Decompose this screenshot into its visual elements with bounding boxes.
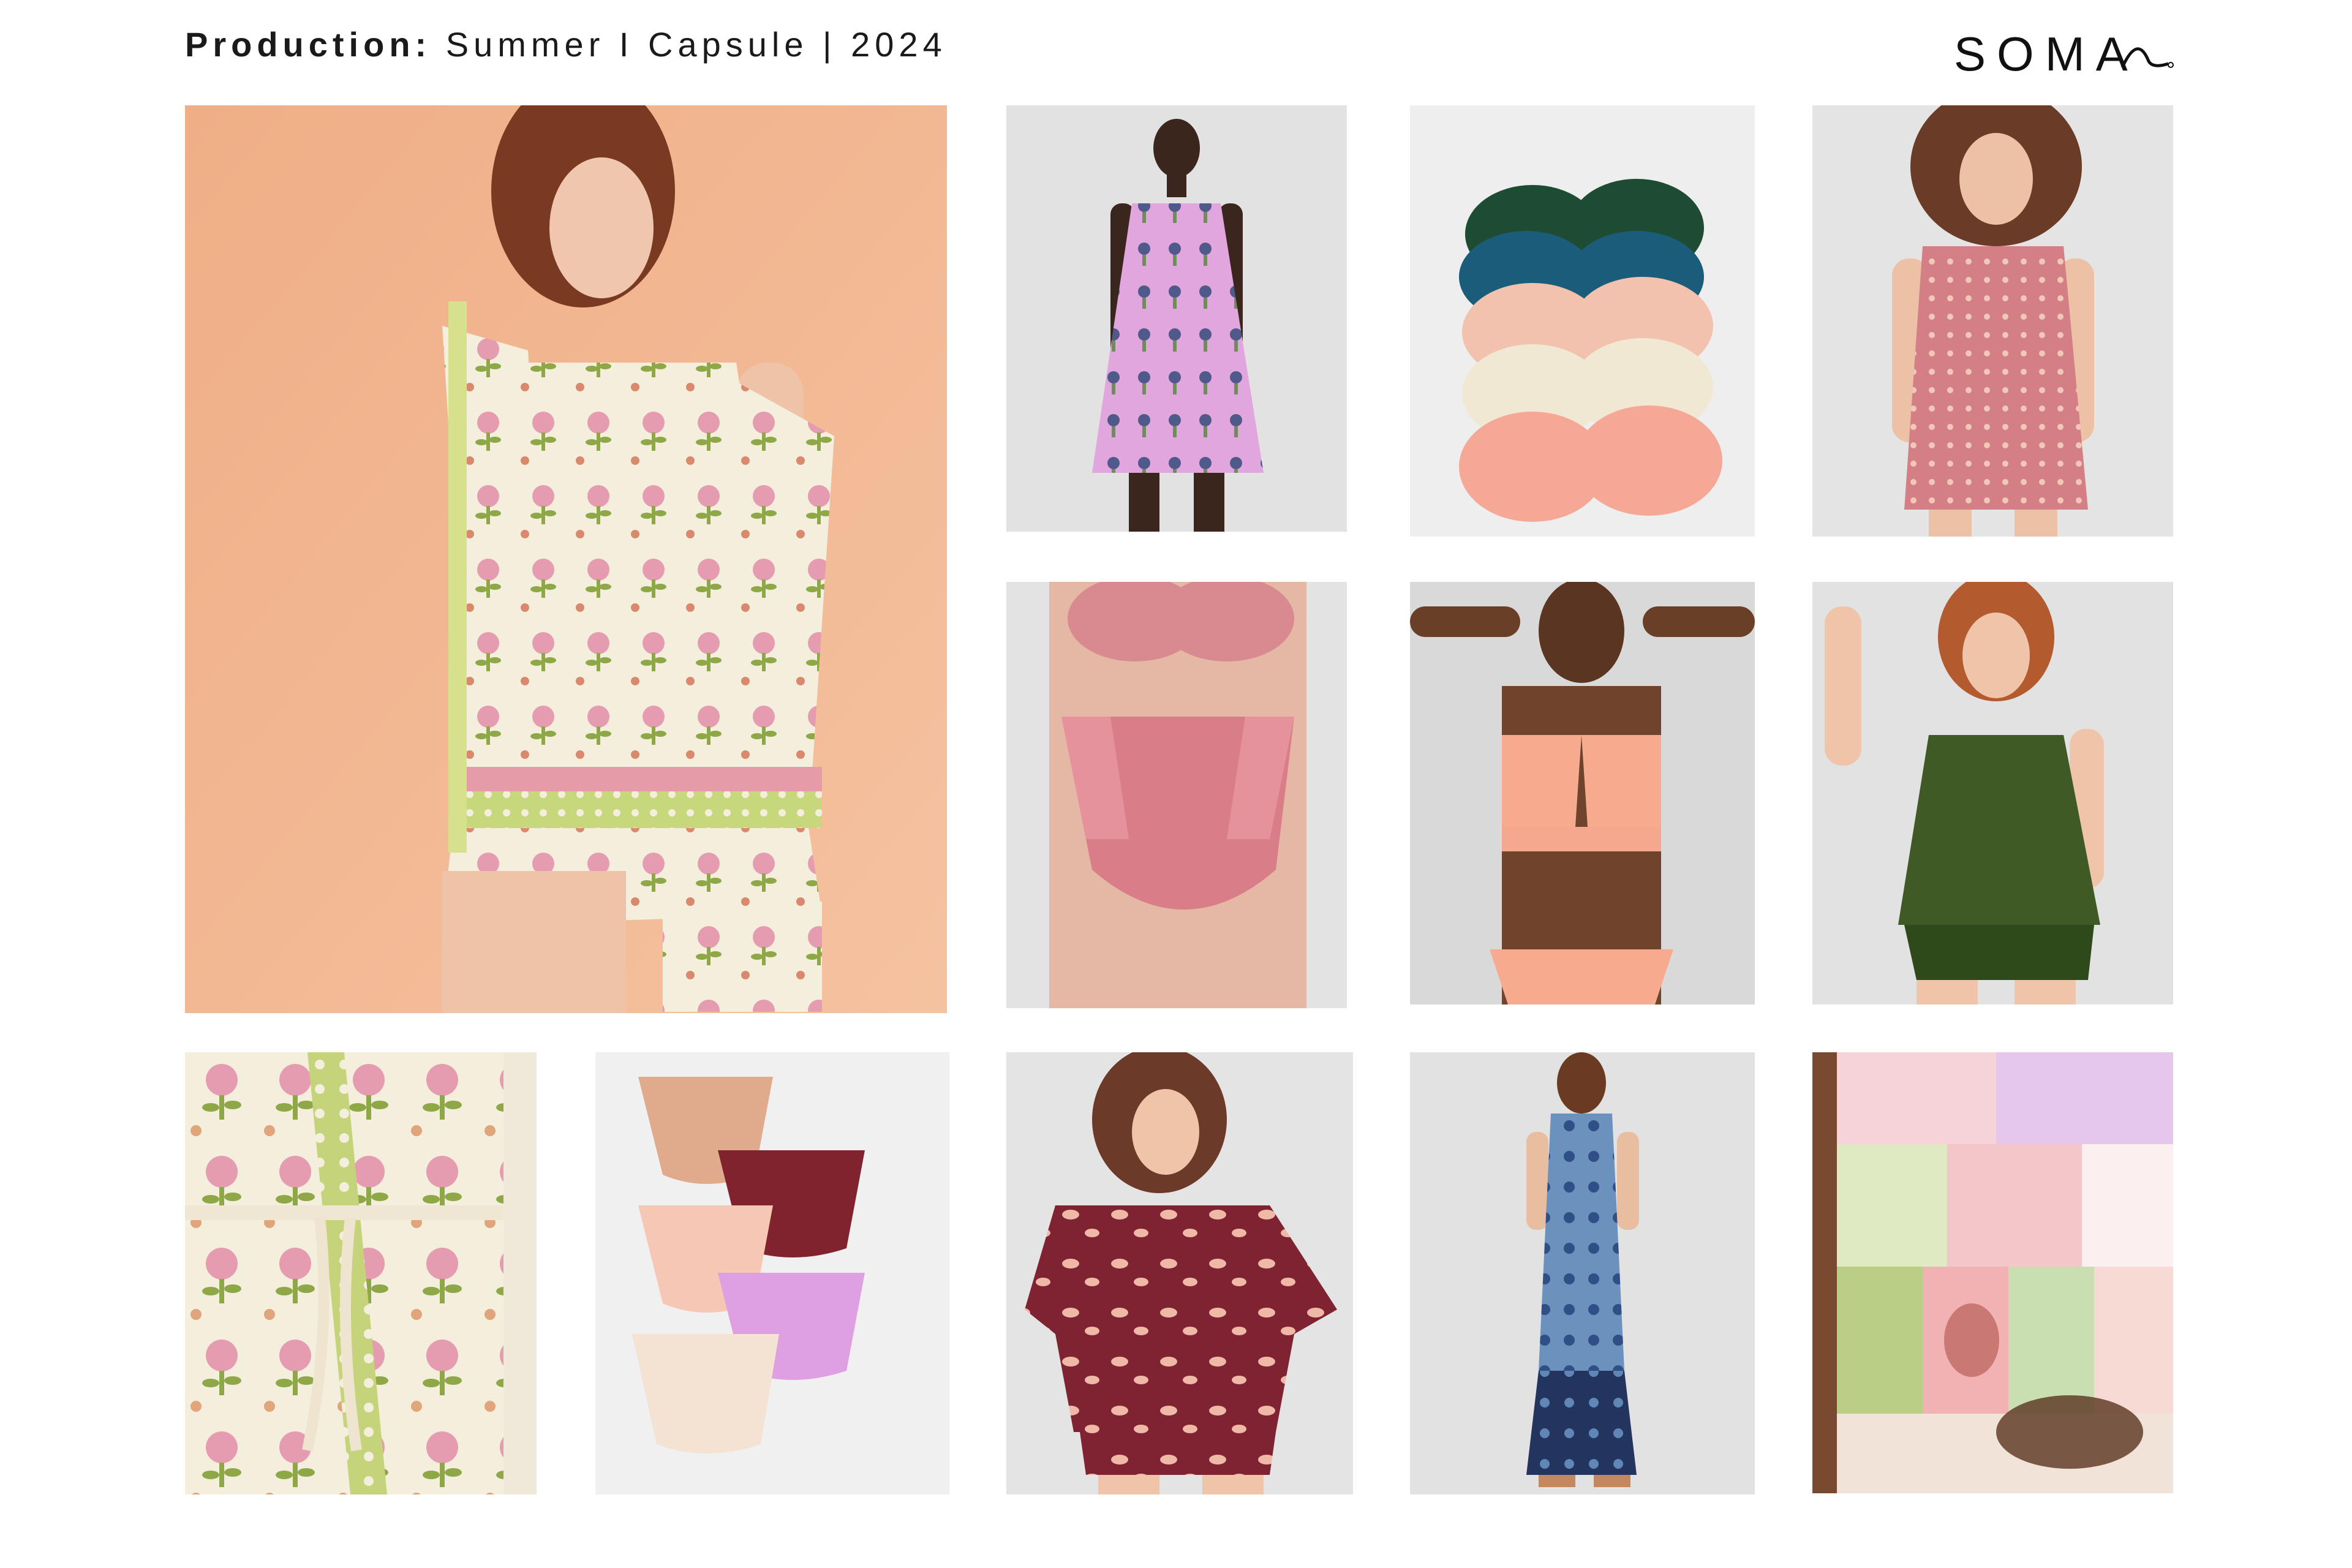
- production-label: Production:: [185, 25, 432, 64]
- panty-stack-image[interactable]: [595, 1052, 949, 1494]
- pink-lace-briefs-image[interactable]: [1006, 582, 1347, 1008]
- collection-label: Summer I Capsule | 2024: [445, 25, 947, 64]
- brand-wordmark: SOMA: [1954, 27, 2139, 81]
- hero-robe-chemise-image[interactable]: [185, 105, 947, 1013]
- brand-swoosh-icon: [2120, 47, 2174, 69]
- burgundy-pajama-set-image[interactable]: [1006, 1052, 1353, 1494]
- brand-logo: SOMA: [1954, 29, 2174, 78]
- blue-halter-maxi-image[interactable]: [1410, 1052, 1755, 1494]
- robe-detail-image[interactable]: [185, 1052, 537, 1494]
- lilac-racerback-sleepshirt-image[interactable]: [1006, 105, 1347, 532]
- patchwork-shorts-image[interactable]: [1812, 1052, 2173, 1493]
- bra-stack-image[interactable]: [1410, 105, 1755, 537]
- rose-sleepshirt-image[interactable]: [1812, 105, 2173, 537]
- page-title: Production: Summer I Capsule | 2024: [185, 24, 947, 64]
- olive-cami-set-image[interactable]: [1812, 582, 2173, 1005]
- peach-lace-bralette-image[interactable]: [1410, 582, 1755, 1005]
